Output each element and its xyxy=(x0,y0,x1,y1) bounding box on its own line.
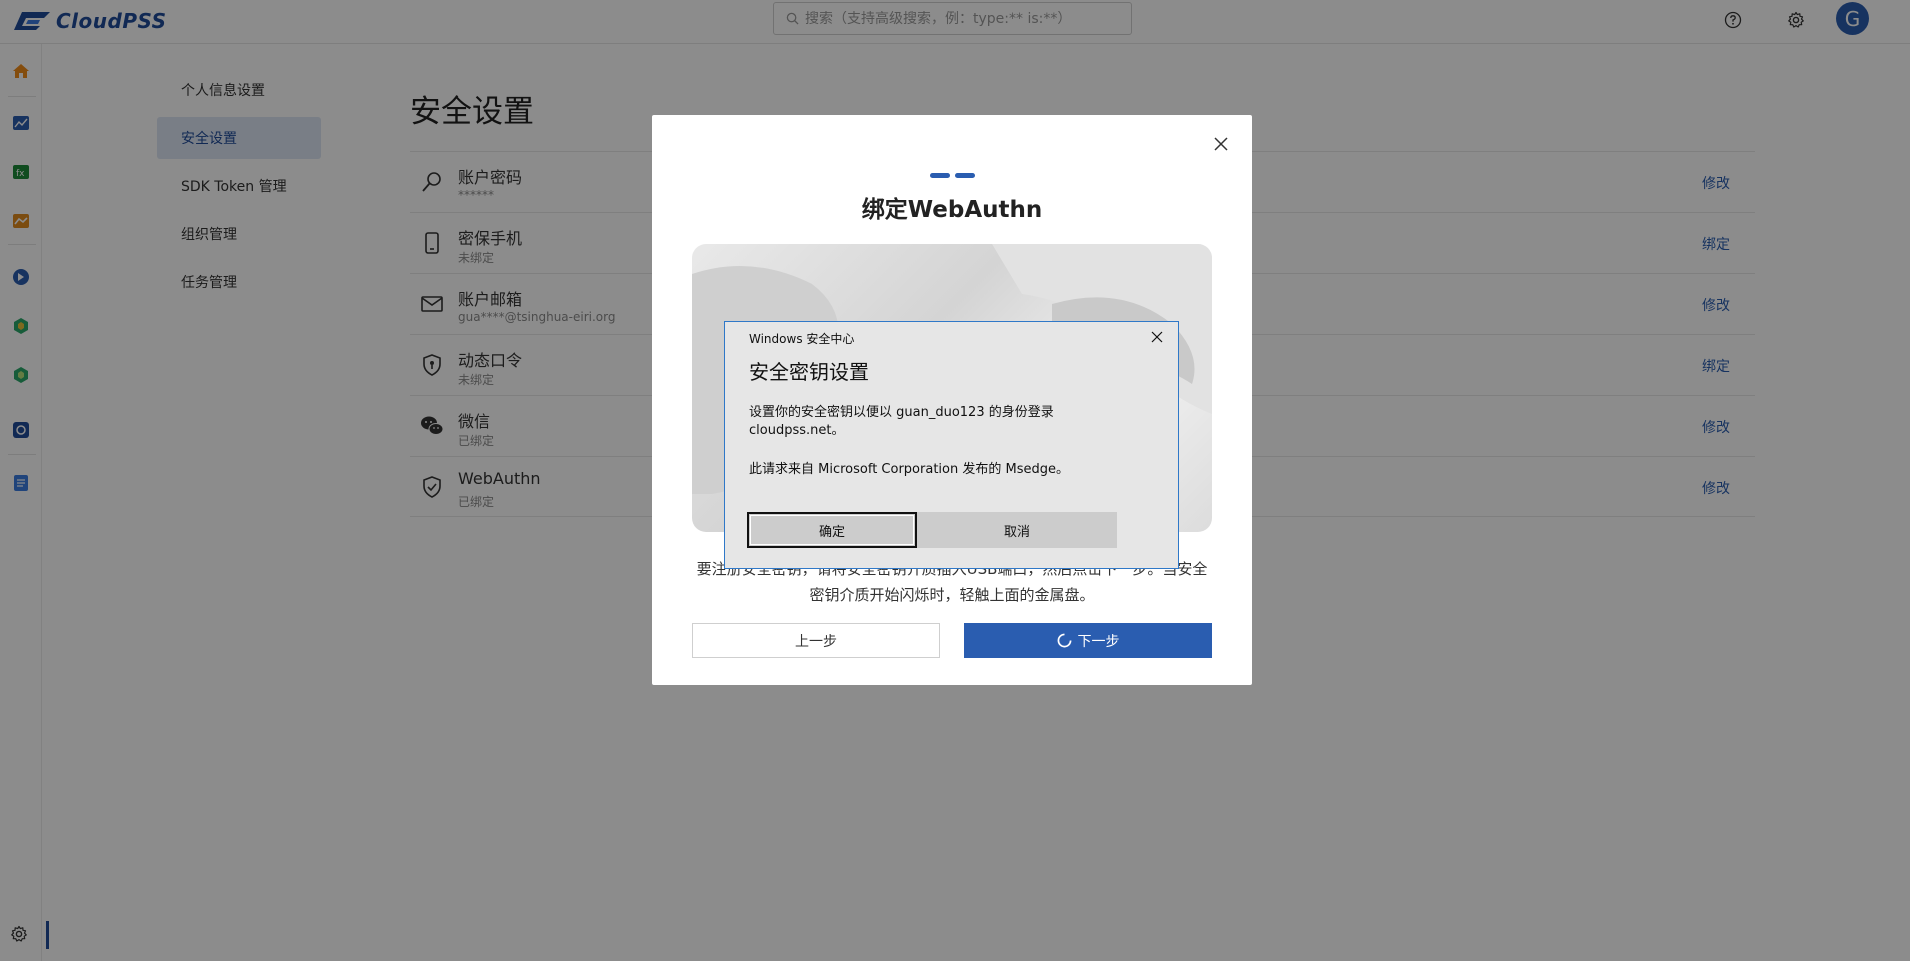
dialog-caption: Windows 安全中心 xyxy=(749,332,855,346)
dialog-heading: 安全密钥设置 xyxy=(749,360,869,384)
windows-security-dialog: Windows 安全中心 安全密钥设置 设置你的安全密钥以便以 guan_duo… xyxy=(724,321,1179,569)
dialog-request-source: 此请求来自 Microsoft Corporation 发布的 Msedge。 xyxy=(749,462,1069,477)
confirm-button[interactable]: 确定 xyxy=(747,512,917,548)
previous-step-button[interactable]: 上一步 xyxy=(692,623,940,658)
next-step-button[interactable]: 下一步 xyxy=(964,623,1212,658)
dialog-message: 设置你的安全密钥以便以 guan_duo123 的身份登录 cloudpss.n… xyxy=(749,405,1054,438)
modal-title: 绑定WebAuthn xyxy=(861,197,1043,223)
close-icon[interactable] xyxy=(1150,330,1164,344)
close-icon[interactable] xyxy=(1212,135,1230,153)
cancel-button[interactable]: 取消 xyxy=(917,512,1117,548)
step-indicator xyxy=(930,173,975,178)
loading-spinner-icon xyxy=(1057,633,1071,648)
